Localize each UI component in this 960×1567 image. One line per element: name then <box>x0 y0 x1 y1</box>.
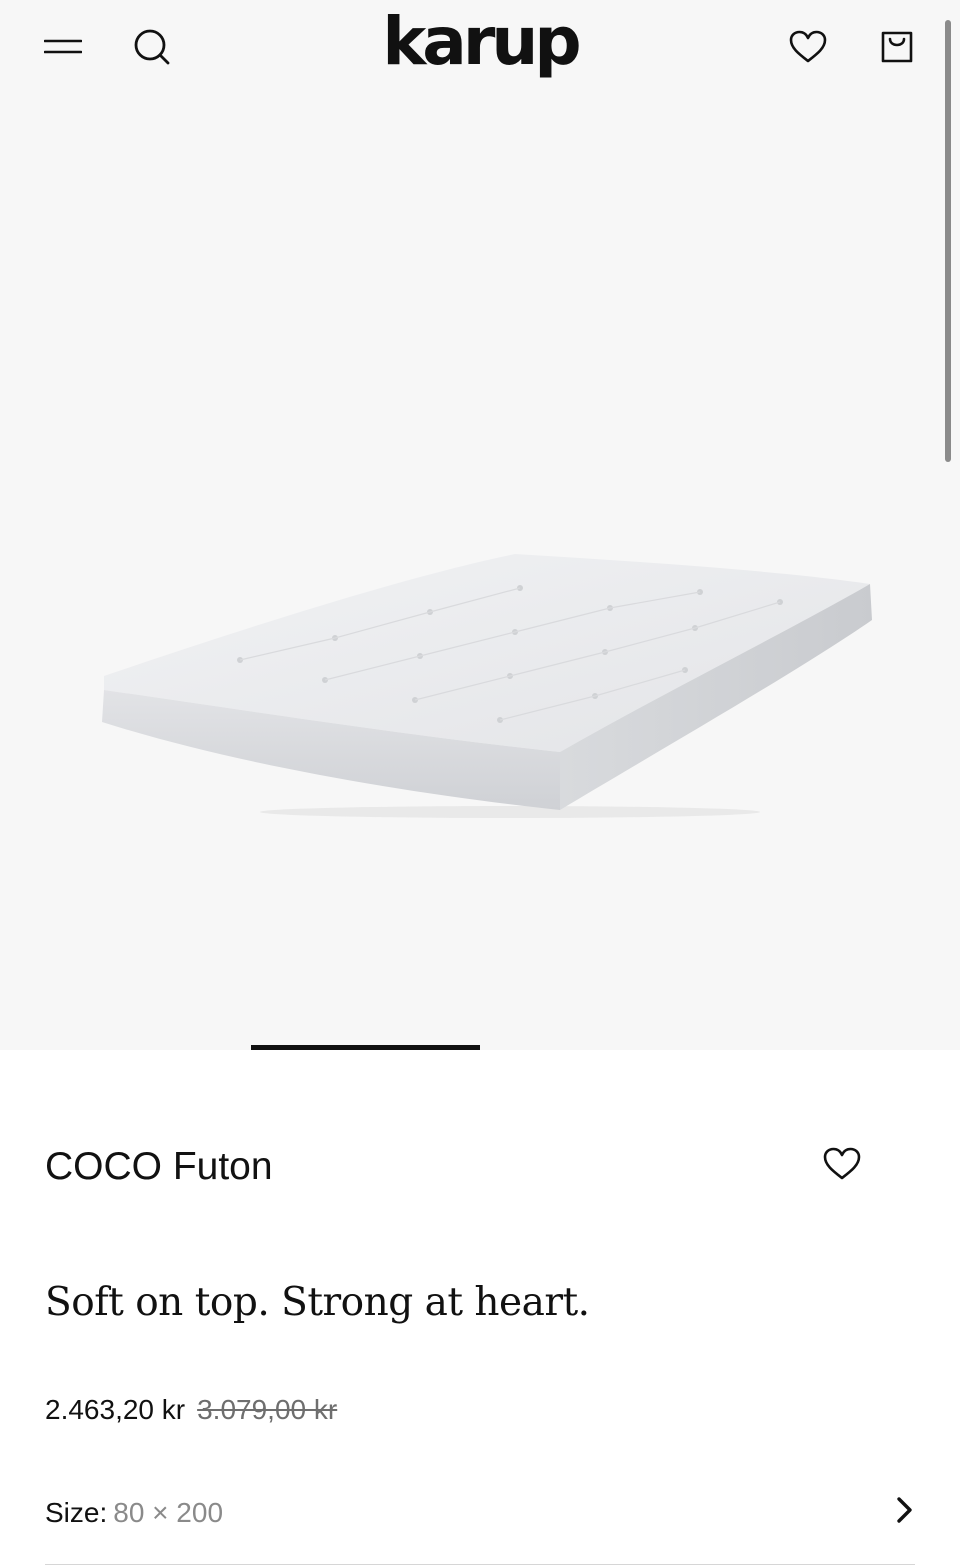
futon-mattress-image <box>102 554 872 818</box>
site-header: karup <box>0 0 960 96</box>
size-value: 80 × 200 <box>113 1497 224 1528</box>
gallery-slide-track <box>0 1045 960 1050</box>
product-tagline: Soft on top. Strong at heart. <box>45 1280 590 1325</box>
shopping-bag-icon[interactable] <box>879 29 915 65</box>
search-icon[interactable] <box>133 28 171 66</box>
price-row: 2.463,20 kr 3.079,00 kr <box>45 1391 337 1429</box>
product-title: COCO Futon <box>45 1145 273 1188</box>
page-scrollbar[interactable] <box>945 20 951 462</box>
favorite-heart-icon[interactable] <box>823 1147 861 1181</box>
original-price: 3.079,00 kr <box>197 1394 338 1425</box>
size-label: Size: <box>45 1497 108 1528</box>
gallery-slide-indicator[interactable] <box>251 1045 480 1050</box>
current-price: 2.463,20 kr <box>45 1394 186 1425</box>
heart-icon[interactable] <box>789 30 827 64</box>
divider <box>45 1564 915 1565</box>
product-gallery[interactable]: karup <box>0 0 960 1050</box>
size-selector[interactable]: Size: 80 × 200 <box>45 1480 915 1546</box>
hamburger-menu-icon[interactable] <box>44 34 82 60</box>
chevron-right-icon[interactable] <box>893 1495 915 1530</box>
brand-logo[interactable]: karup <box>380 2 581 82</box>
size-label-group: Size: 80 × 200 <box>45 1494 223 1532</box>
